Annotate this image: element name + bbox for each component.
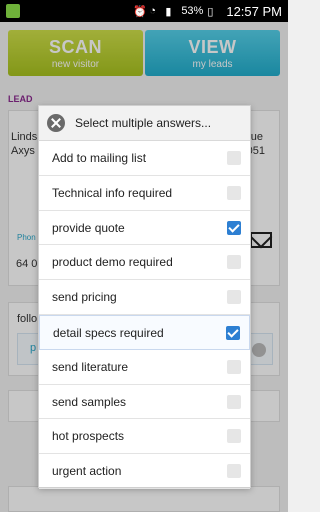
option-label: Add to mailing list — [52, 151, 147, 165]
option-row[interactable]: send pricing — [39, 280, 250, 315]
option-label: send literature — [52, 359, 129, 374]
option-label: urgent action — [52, 464, 122, 479]
checkbox-checked[interactable] — [226, 325, 240, 340]
option-row[interactable]: send samples — [39, 385, 250, 420]
option-row[interactable]: provide quote — [39, 211, 250, 246]
clock-time: 12:57 PM — [226, 3, 282, 19]
checkbox-unchecked[interactable] — [227, 151, 241, 165]
option-row[interactable]: Add to mailing list — [39, 141, 250, 176]
option-label: send pricing — [52, 290, 117, 305]
wifi-icon: ◔ — [149, 5, 156, 17]
option-row[interactable]: urgent action — [39, 454, 250, 489]
checkbox-unchecked[interactable] — [227, 185, 241, 200]
checkbox-unchecked[interactable] — [227, 359, 241, 374]
status-icons: ⏰ ◔ ▮ 53% ▯ 12:57 PM — [133, 0, 282, 22]
option-label: Technical info required — [52, 185, 173, 200]
checkbox-unchecked[interactable] — [227, 394, 241, 409]
checkbox-unchecked[interactable] — [227, 255, 241, 270]
option-row[interactable]: detail specs required — [39, 314, 250, 350]
option-row[interactable]: product demo required — [39, 245, 250, 281]
option-row[interactable]: Technical info required — [39, 176, 250, 211]
dialog-title: Select multiple answers... — [75, 116, 212, 130]
option-label: send samples — [52, 394, 127, 409]
checkbox-unchecked[interactable] — [227, 290, 241, 305]
option-label: detail specs required — [53, 325, 164, 340]
battery-percent: 53% — [181, 5, 204, 17]
option-row[interactable]: send literature — [39, 350, 250, 385]
checkbox-unchecked[interactable] — [227, 464, 241, 479]
option-label: product demo required — [52, 255, 173, 270]
notification-icon — [6, 4, 20, 18]
checkbox-checked[interactable] — [227, 220, 241, 235]
option-label: hot prospects — [52, 429, 125, 444]
checkbox-unchecked[interactable] — [227, 429, 241, 444]
option-label: provide quote — [52, 220, 125, 235]
dialog-header: Select multiple answers... — [39, 106, 250, 141]
multi-select-dialog: Select multiple answers... Add to mailin… — [38, 105, 251, 489]
option-row[interactable]: hot prospects — [39, 419, 250, 455]
signal-icon: ▮ — [165, 6, 172, 18]
battery-icon: ▯ — [207, 6, 214, 18]
status-bar: ⏰ ◔ ▮ 53% ▯ 12:57 PM — [0, 0, 288, 22]
options-list: Add to mailing list Technical info requir… — [39, 141, 250, 489]
alarm-icon: ⏰ — [133, 6, 148, 18]
close-icon[interactable] — [47, 114, 65, 132]
